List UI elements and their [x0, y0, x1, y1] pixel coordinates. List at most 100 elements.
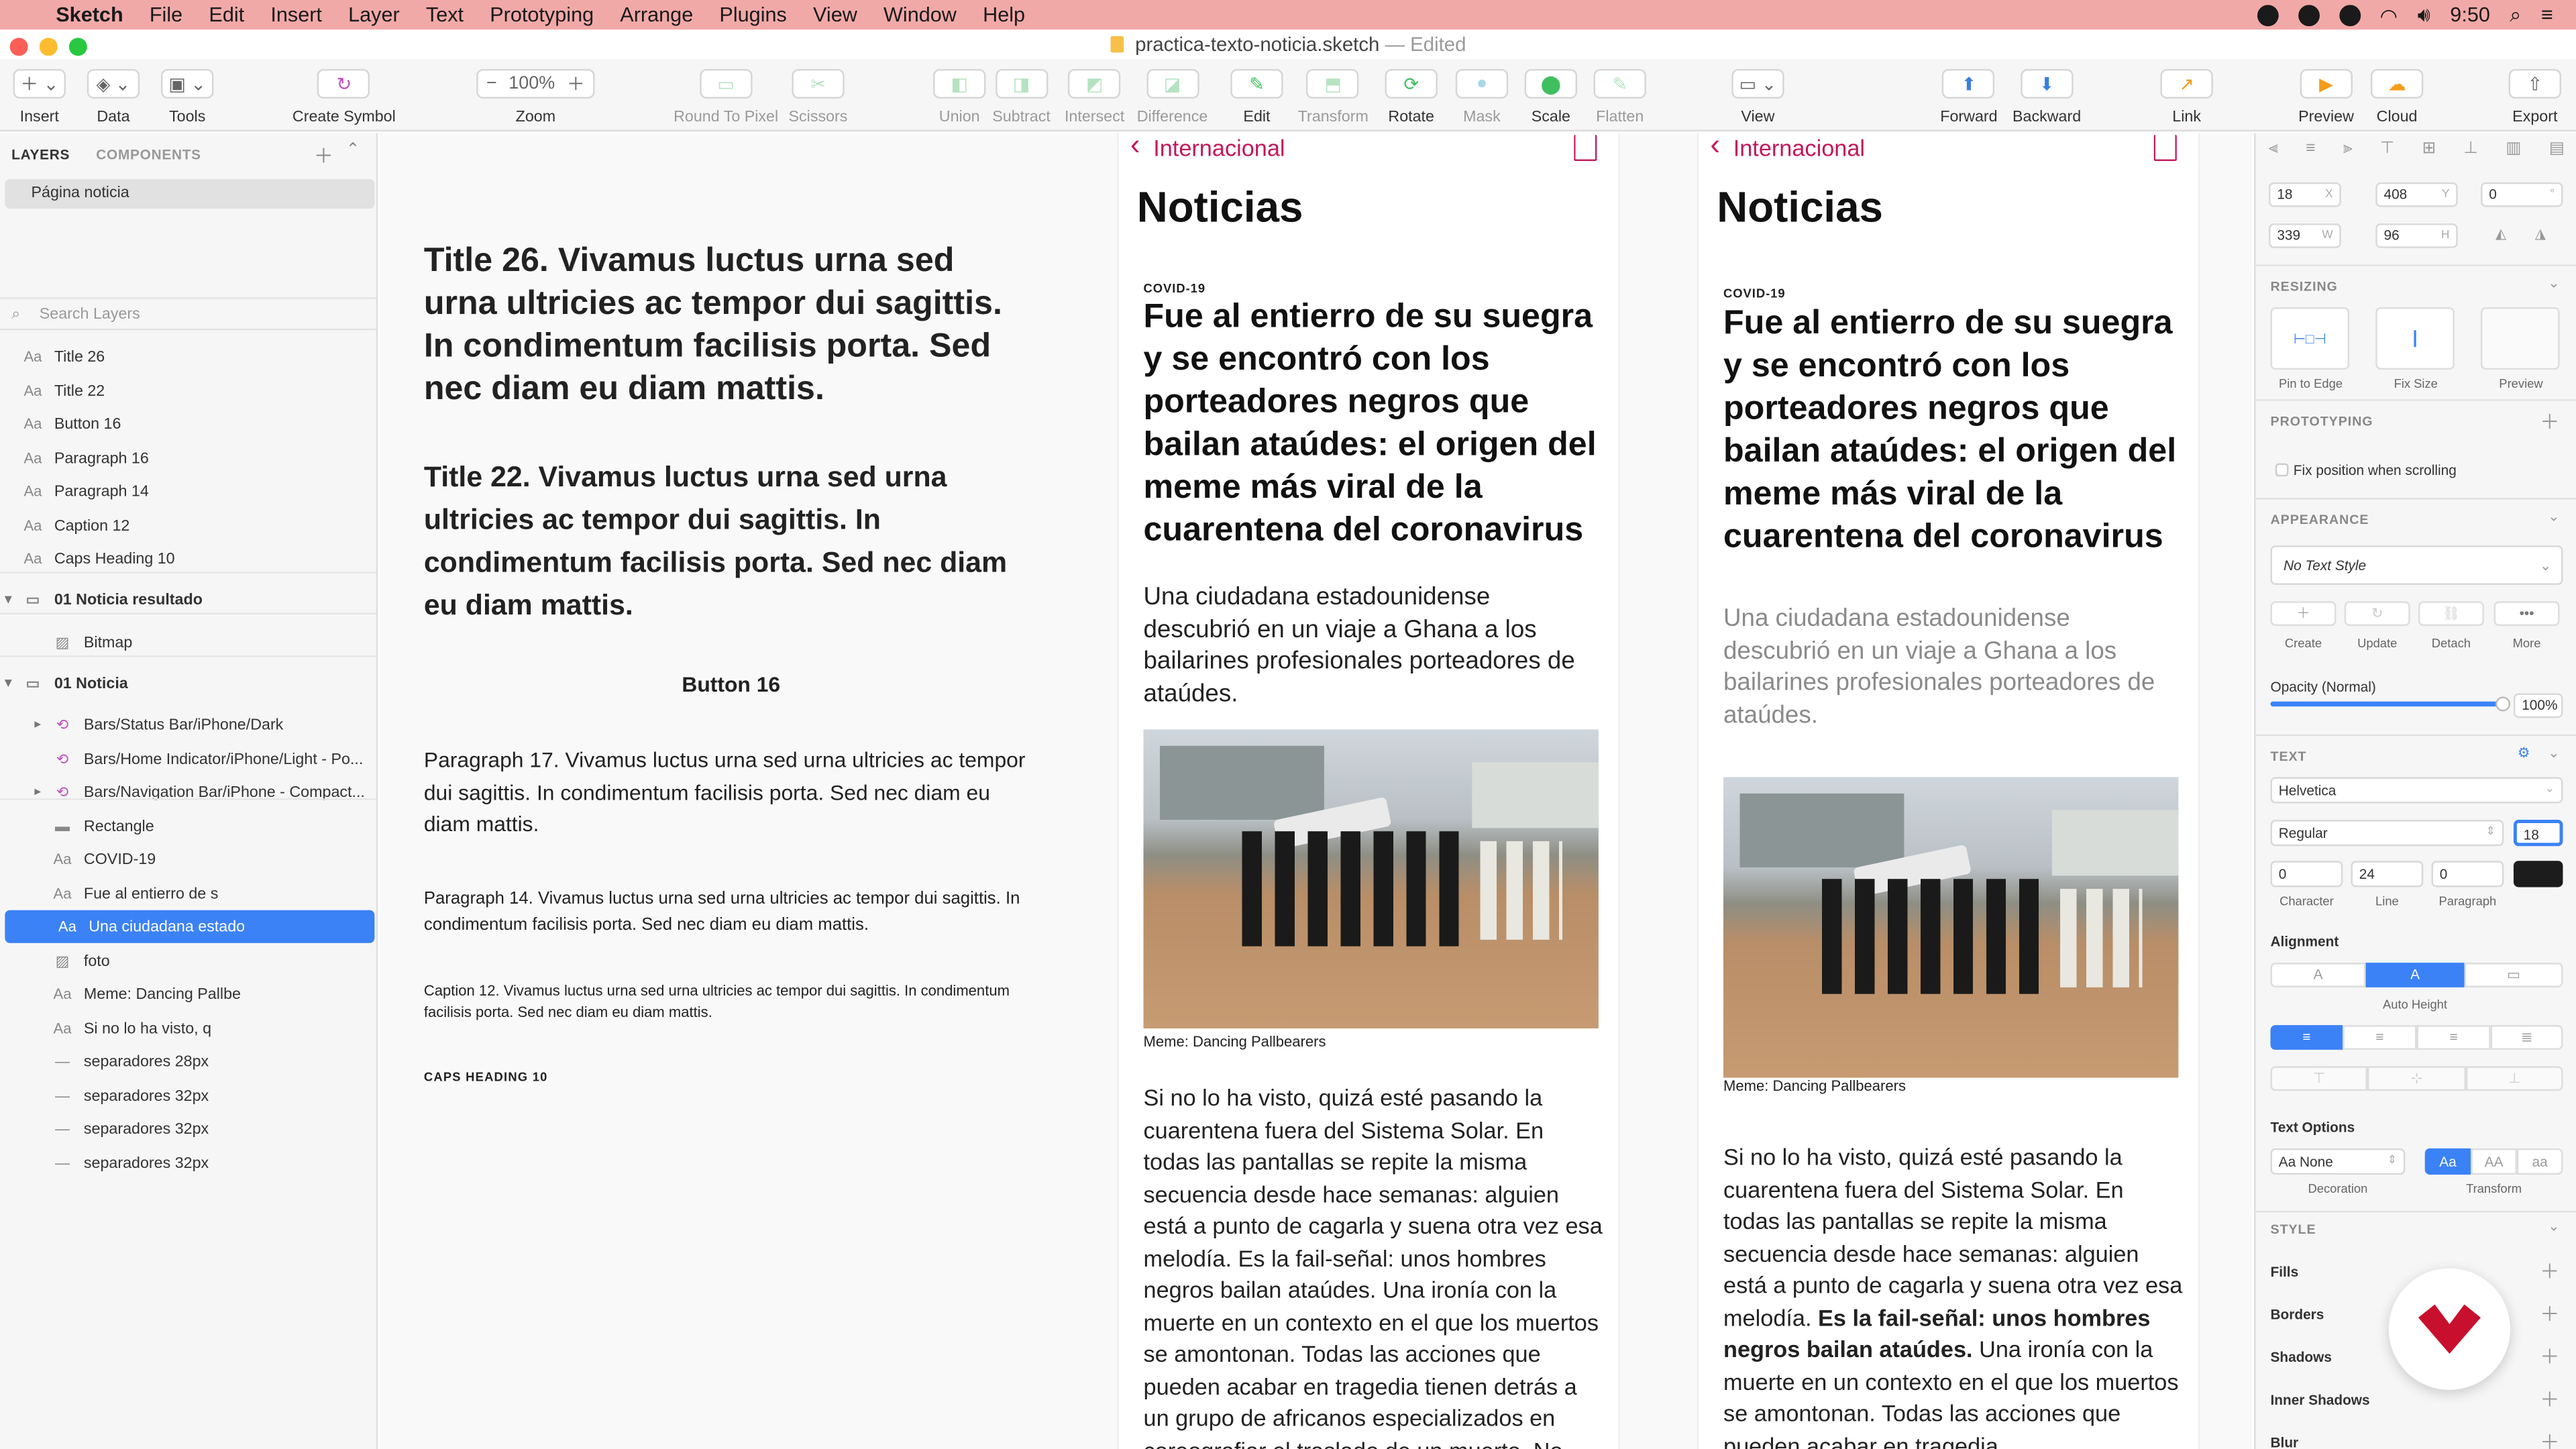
- update-style-button[interactable]: ↻: [2344, 601, 2410, 627]
- share-icon[interactable]: [2153, 134, 2177, 162]
- collapse-icon[interactable]: ⌄: [2548, 1218, 2559, 1236]
- caption-12-text[interactable]: Caption 12. Vivamus luctus urna sed urna…: [424, 981, 1016, 1022]
- align-text-center-button[interactable]: ≡: [2343, 1025, 2417, 1050]
- back-link[interactable]: Internacional: [1733, 135, 1865, 161]
- menu-file[interactable]: File: [136, 3, 196, 26]
- layer-group[interactable]: ▾ ▭ 01 Noticia resultado: [0, 583, 376, 616]
- y-field[interactable]: 408 Y: [2375, 182, 2458, 207]
- zoom-window-button[interactable]: [68, 38, 87, 56]
- difference-button[interactable]: ◪ Difference: [1137, 68, 1208, 127]
- lock-ratio-icon[interactable]: ◭: [2496, 225, 2506, 244]
- tools-button[interactable]: ▣ ⌄ Tools: [161, 68, 214, 127]
- layer-item[interactable]: Aa Si no lo ha visto, q: [0, 1012, 376, 1045]
- layer-item[interactable]: Aa Una ciudadana estado: [5, 910, 375, 943]
- align-text-right-button[interactable]: ≡: [2416, 1025, 2491, 1050]
- align-text-left-button[interactable]: ≡: [2270, 1025, 2343, 1050]
- control-center-icon[interactable]: ≡: [2541, 3, 2553, 26]
- layer-item[interactable]: ▸ ⟲ Bars/Navigation Bar/iPhone - Compact..…: [0, 775, 376, 808]
- fix-position-checkbox[interactable]: [2275, 463, 2289, 477]
- paragraph-17-text[interactable]: Paragraph 17. Vivamus luctus urna sed ur…: [424, 744, 1032, 840]
- zoom-control[interactable]: −100% ＋ Zoom: [476, 68, 595, 127]
- decoration-select[interactable]: Aa None ⇕: [2270, 1148, 2406, 1175]
- add-shadow-icon[interactable]: ＋: [2540, 1342, 2559, 1371]
- font-weight-select[interactable]: Regular ⇕: [2270, 820, 2504, 847]
- layer-item[interactable]: — separadores 32px: [0, 1079, 376, 1112]
- layer-item[interactable]: — separadores 32px: [0, 1146, 376, 1179]
- opacity-slider[interactable]: [2270, 696, 2511, 712]
- export-button[interactable]: ⇧ Export: [2508, 68, 2561, 127]
- paragraph-spacing-field[interactable]: 0: [2431, 861, 2504, 888]
- share-icon[interactable]: [1574, 134, 1597, 162]
- add-inner-shadow-icon[interactable]: ＋: [2540, 1385, 2559, 1413]
- preview-button[interactable]: ▶ Preview: [2298, 68, 2354, 127]
- spotlight-icon[interactable]: ⌕: [2510, 3, 2521, 28]
- flatten-button[interactable]: ✎ Flatten: [1593, 68, 1646, 127]
- disclosure-triangle-icon[interactable]: ▾: [5, 667, 11, 700]
- character-spacing-field[interactable]: 0: [2270, 861, 2343, 888]
- tab-layers[interactable]: LAYERS: [11, 146, 70, 162]
- extension-icon[interactable]: [2298, 4, 2319, 25]
- data-button[interactable]: ◈ ⌄ Data: [87, 68, 140, 127]
- layer-item[interactable]: Aa Paragraph 14: [0, 475, 376, 508]
- button-16-text[interactable]: Button 16: [682, 672, 780, 697]
- add-prototyping-icon[interactable]: ＋: [2540, 407, 2559, 435]
- transform-none-button[interactable]: Aa: [2424, 1148, 2471, 1175]
- zoom-out-icon[interactable]: −: [486, 74, 497, 93]
- add-page-icon[interactable]: ＋: [314, 142, 333, 170]
- auto-height-button[interactable]: A: [2365, 963, 2465, 987]
- text-style-select[interactable]: No Text Style ⌄: [2270, 545, 2563, 585]
- transform-button[interactable]: ⬒ Transform: [1298, 68, 1368, 127]
- pin-to-edge-control[interactable]: ⊢□⊣: [2270, 307, 2350, 370]
- flip-icon[interactable]: ◮: [2535, 225, 2546, 244]
- detach-style-button[interactable]: ⛓: [2418, 601, 2484, 627]
- menu-plugins[interactable]: Plugins: [706, 3, 800, 26]
- link-button[interactable]: ↗ Link: [2160, 68, 2213, 127]
- add-border-icon[interactable]: ＋: [2540, 1299, 2559, 1328]
- layer-item[interactable]: ▸ ⟲ Bars/Status Bar/iPhone/Dark: [0, 708, 376, 741]
- auto-width-button[interactable]: A: [2270, 963, 2366, 987]
- layer-item[interactable]: Aa Caps Heading 10: [0, 542, 376, 575]
- rotate-button[interactable]: ⟳ Rotate: [1385, 68, 1438, 127]
- align-text-justify-button[interactable]: ≣: [2490, 1025, 2563, 1050]
- close-window-button[interactable]: [9, 38, 28, 56]
- menu-text[interactable]: Text: [413, 3, 476, 26]
- align-center-icon[interactable]: ≡: [2306, 140, 2315, 158]
- collapse-icon[interactable]: ⌄: [2548, 744, 2559, 762]
- align-left-icon[interactable]: ⫷: [2269, 140, 2278, 158]
- fixed-size-button[interactable]: ▭: [2464, 963, 2563, 987]
- add-blur-icon[interactable]: ＋: [2540, 1428, 2559, 1449]
- canvas[interactable]: Title 26. Vivamus luctus urna sed urna u…: [379, 133, 2253, 1449]
- intersect-button[interactable]: ◩ Intersect: [1065, 68, 1124, 127]
- minimize-window-button[interactable]: [39, 38, 58, 56]
- menu-app-name[interactable]: Sketch: [43, 3, 137, 26]
- gear-icon[interactable]: ⚙: [2518, 744, 2530, 762]
- layer-item[interactable]: Aa Fue al entierro de s: [0, 877, 376, 910]
- layer-item[interactable]: Aa Title 22: [0, 374, 376, 407]
- menu-view[interactable]: View: [800, 3, 870, 26]
- layer-item[interactable]: Aa Title 26: [0, 340, 376, 373]
- collapse-pages-icon[interactable]: ⌃: [346, 142, 360, 160]
- title-22-text[interactable]: Title 22. Vivamus luctus urna sed urna u…: [424, 455, 1032, 626]
- text-color-well[interactable]: [2513, 861, 2563, 888]
- clock[interactable]: 9:50: [2450, 3, 2490, 26]
- disclosure-triangle-icon[interactable]: ▸: [34, 775, 41, 808]
- layer-item[interactable]: Aa Caption 12: [0, 509, 376, 542]
- back-chevron-icon[interactable]: ‹: [1130, 133, 1140, 159]
- add-fill-icon[interactable]: ＋: [2540, 1256, 2559, 1285]
- scissors-button[interactable]: ✂ Scissors: [789, 68, 847, 127]
- layer-item[interactable]: Aa Meme: Dancing Pallbe: [0, 977, 376, 1010]
- disclosure-triangle-icon[interactable]: ▸: [34, 708, 41, 741]
- fix-size-control[interactable]: ┃: [2375, 307, 2455, 370]
- page-item[interactable]: Página noticia: [5, 178, 375, 209]
- cloud-button[interactable]: ☁ Cloud: [2370, 68, 2424, 127]
- menu-help[interactable]: Help: [970, 3, 1038, 26]
- scale-button[interactable]: ⬤ Scale: [1524, 68, 1578, 127]
- line-height-field[interactable]: 24: [2351, 861, 2424, 888]
- menu-insert[interactable]: Insert: [258, 3, 335, 26]
- search-layers-input[interactable]: ⌕ Search Layers: [0, 297, 376, 331]
- layer-item[interactable]: ▬ Rectangle: [0, 810, 376, 843]
- font-size-field[interactable]: 18: [2513, 820, 2563, 847]
- mask-button[interactable]: ● Mask: [1455, 68, 1509, 127]
- back-chevron-icon[interactable]: ‹: [1710, 133, 1720, 159]
- height-field[interactable]: 96 H: [2375, 223, 2458, 248]
